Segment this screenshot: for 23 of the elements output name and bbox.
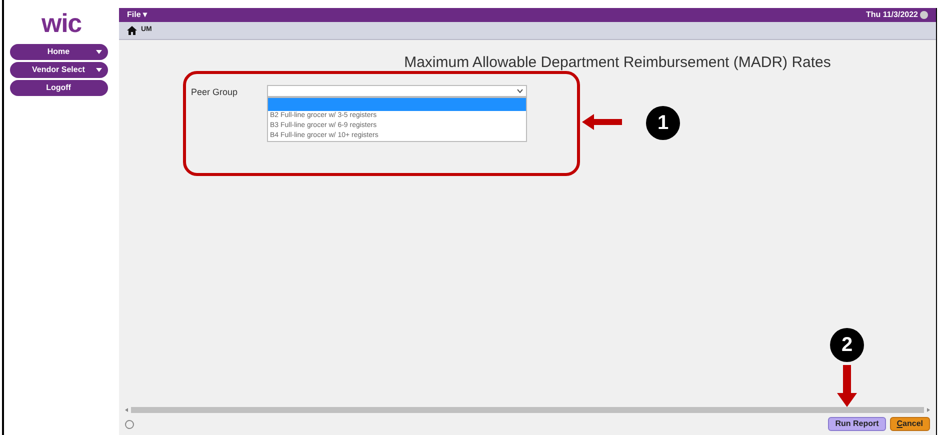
file-menu[interactable]: File ▾ <box>127 9 148 21</box>
home-icon[interactable] <box>127 26 137 35</box>
peer-group-select[interactable] <box>267 84 527 96</box>
run-report-button[interactable]: Run Report <box>828 417 886 431</box>
caret-icon <box>96 50 102 54</box>
scroll-right-icon[interactable] <box>927 408 930 412</box>
sidebar-button[interactable]: Home <box>10 44 108 60</box>
logo: wic <box>42 10 82 36</box>
sidebar-button[interactable]: Vendor Select <box>10 62 108 78</box>
caret-icon <box>96 68 102 72</box>
arrow-down-icon <box>837 365 857 407</box>
field-label: Peer Group <box>191 86 239 99</box>
arrow-left-icon <box>582 114 622 130</box>
sidebar-button[interactable]: Logoff <box>10 80 108 96</box>
chevron-down-icon <box>517 88 523 92</box>
callout-number: 2 <box>830 328 864 362</box>
scrollbar[interactable] <box>131 407 924 413</box>
dropdown-option[interactable] <box>268 98 526 110</box>
cancel-button[interactable]: Cancel <box>890 417 930 431</box>
scroll-left-icon[interactable] <box>125 408 128 412</box>
callout-number: 1 <box>646 106 680 140</box>
date-text: Thu 11/3/2022 <box>866 9 918 21</box>
page-title: Maximum Allowable Department Reimbursement (MADR) Rates <box>403 53 832 73</box>
